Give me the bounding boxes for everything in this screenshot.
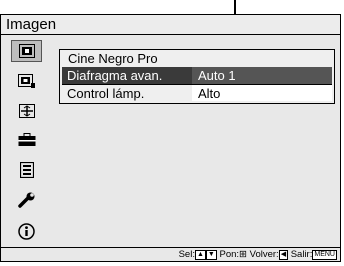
menu-titlebar: Imagen <box>1 15 340 35</box>
menu-key-icon: MENU <box>312 250 337 260</box>
sidebar-item-screen[interactable] <box>11 100 42 122</box>
osd-menu-window: Imagen Cine Negro Pro Diafragma avan. Au… <box>0 14 341 262</box>
wrench-icon <box>17 192 34 208</box>
sidebar-item-information[interactable] <box>11 220 42 242</box>
menu-title: Imagen <box>6 16 57 33</box>
menu-sidebar <box>1 35 53 252</box>
arrow-up-key-icon: ▲ <box>194 250 206 260</box>
setting-value[interactable]: Alto <box>198 85 220 102</box>
picture-advanced-icon <box>17 73 35 88</box>
arrow-down-key-icon: ▼ <box>205 250 217 260</box>
setting-row-lamp-control[interactable]: Control lámp. Alto <box>62 84 332 102</box>
sidebar-item-picture-advanced[interactable] <box>11 70 42 92</box>
footer-pon-label: Pon: <box>219 249 240 260</box>
screen-icon <box>18 104 35 118</box>
footer-key-guide: Sel: ▲ ▼ Pon:⊞ Volver: ◀ Salir: MENU <box>179 248 337 261</box>
sidebar-item-setup[interactable] <box>11 129 42 151</box>
sidebar-item-menu-settings[interactable] <box>11 159 42 181</box>
picture-mode-header: Cine Negro Pro <box>68 51 158 66</box>
setting-row-iris[interactable]: Diafragma avan. Auto 1 <box>62 67 332 84</box>
enter-key-icon: ⊞ <box>239 249 247 260</box>
information-icon <box>18 222 35 240</box>
setting-label: Diafragma avan. <box>67 68 163 83</box>
sidebar-item-installation[interactable] <box>11 189 42 211</box>
menu-footer: Sel: ▲ ▼ Pon:⊞ Volver: ◀ Salir: MENU <box>1 247 340 261</box>
menu-list-icon <box>19 162 34 178</box>
pointer-line <box>234 0 236 15</box>
setup-briefcase-icon <box>18 133 35 146</box>
setting-label: Control lámp. <box>67 86 145 101</box>
footer-sel-label: Sel: <box>178 249 195 260</box>
picture-icon <box>18 44 35 58</box>
setting-value[interactable]: Auto 1 <box>198 67 236 84</box>
footer-volver-label: Volver: <box>249 249 279 260</box>
footer-salir-label: Salir: <box>290 249 313 260</box>
sidebar-item-picture[interactable] <box>11 40 42 62</box>
picture-settings-panel: Cine Negro Pro Diafragma avan. Auto 1 Co… <box>59 49 335 104</box>
arrow-left-key-icon: ◀ <box>278 250 289 260</box>
